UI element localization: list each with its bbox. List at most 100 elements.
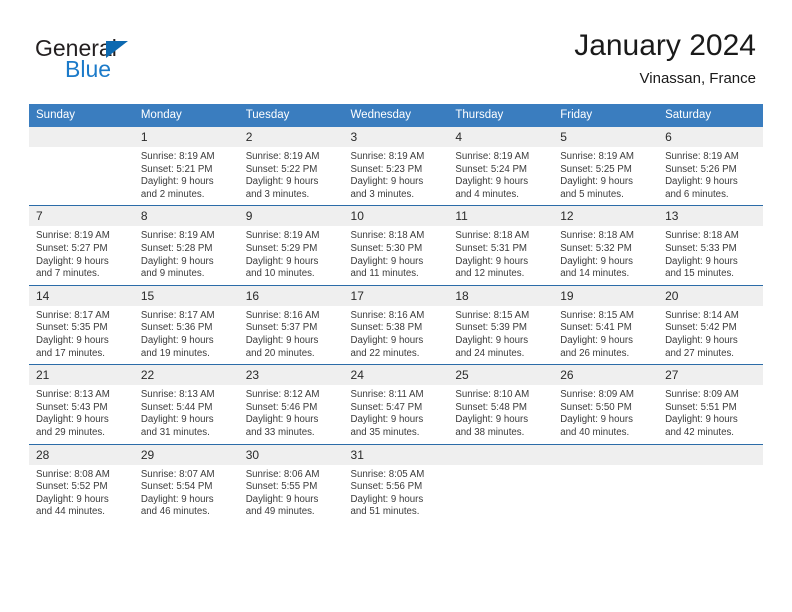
day-number: 29 [133, 444, 239, 465]
day-sunset-text: Sunset: 5:51 PM [665, 401, 737, 413]
calendar-day-cell[interactable]: 31 Sunrise: 8:05 AM Sunset: 5:56 PM Dayligh… [343, 443, 449, 523]
day-sunset-text: Sunset: 5:39 PM [455, 322, 527, 334]
page-subtitle-location: Vinassan, France [639, 70, 756, 87]
day-daylight-text: and 5 minutes. [560, 188, 624, 200]
day-sun-info: Sunrise: 8:19 AM Sunset: 5:22 PM Daylight:… [239, 147, 344, 205]
day-sun-info: Sunrise: 8:12 AM Sunset: 5:46 PM Daylight:… [239, 385, 344, 443]
calendar-day-cell[interactable]: 9 Sunrise: 8:19 AM Sunset: 5:29 PM Daylight… [238, 205, 344, 286]
calendar-day-cell[interactable]: 5 Sunrise: 8:19 AM Sunset: 5:25 PM Daylight… [553, 127, 659, 206]
day-daylight-text: and 49 minutes. [245, 506, 315, 518]
day-daylight-text: Daylight: 9 hours [560, 334, 633, 346]
calendar-day-cell[interactable]: 20 Sunrise: 8:14 AM Sunset: 5:42 PM Dayligh… [658, 284, 763, 365]
day-number: 18 [448, 285, 554, 306]
calendar-day-cell[interactable]: 26 Sunrise: 8:09 AM Sunset: 5:50 PM Dayligh… [553, 364, 659, 444]
day-daylight-text: Daylight: 9 hours [665, 414, 738, 426]
day-sunrise-text: Sunrise: 8:09 AM [665, 389, 739, 401]
day-sun-info: Sunrise: 8:16 AM Sunset: 5:38 PM Daylight:… [344, 306, 449, 364]
calendar-week-row: 28 Sunrise: 8:08 AM Sunset: 5:52 PM Dayligh… [29, 443, 763, 523]
day-daylight-text: Daylight: 9 hours [245, 176, 319, 188]
calendar-day-cell[interactable]: 12 Sunrise: 8:18 AM Sunset: 5:32 PM Dayligh… [553, 205, 659, 286]
day-number: 21 [29, 365, 134, 386]
day-sunset-text: Sunset: 5:52 PM [36, 481, 108, 493]
day-sunrise-text: Sunrise: 8:19 AM [245, 151, 320, 162]
calendar-day-cell[interactable]: 2 Sunrise: 8:19 AM Sunset: 5:22 PM Daylight… [238, 127, 344, 206]
calendar-day-cell[interactable]: 28 Sunrise: 8:08 AM Sunset: 5:52 PM Dayligh… [29, 443, 134, 523]
day-sun-info: Sunrise: 8:19 AM Sunset: 5:24 PM Daylight:… [448, 147, 553, 205]
day-number: 4 [448, 127, 554, 147]
calendar-day-cell[interactable]: 22 Sunrise: 8:13 AM Sunset: 5:44 PM Dayligh… [133, 364, 239, 444]
day-daylight-text: Daylight: 9 hours [665, 255, 738, 267]
calendar-day-cell[interactable]: 10 Sunrise: 8:18 AM Sunset: 5:30 PM Dayligh… [343, 205, 449, 286]
day-sun-info: Sunrise: 8:19 AM Sunset: 5:29 PM Daylight:… [239, 226, 344, 284]
day-sun-info: Sunrise: 8:14 AM Sunset: 5:42 PM Daylight:… [658, 306, 763, 364]
calendar-day-cell[interactable]: 7 Sunrise: 8:19 AM Sunset: 5:27 PM Daylight… [29, 205, 134, 286]
calendar-day-cell[interactable]: 16 Sunrise: 8:16 AM Sunset: 5:37 PM Dayligh… [238, 284, 344, 365]
day-number: 30 [238, 444, 344, 465]
day-number: 6 [658, 127, 763, 147]
day-daylight-text: and 38 minutes. [455, 426, 525, 438]
calendar-header-row: Sunday Monday Tuesday Wednesday Thursday… [29, 104, 763, 127]
day-number: 28 [29, 444, 134, 465]
day-sunrise-text: Sunrise: 8:08 AM [36, 468, 110, 480]
calendar-day-cell[interactable]: 30 Sunrise: 8:06 AM Sunset: 5:55 PM Dayligh… [238, 443, 344, 523]
day-daylight-text: and 14 minutes. [560, 268, 630, 280]
calendar-day-cell[interactable]: 6 Sunrise: 8:19 AM Sunset: 5:26 PM Daylight… [658, 127, 763, 206]
day-sunset-text: Sunset: 5:56 PM [350, 481, 423, 493]
day-daylight-text: Daylight: 9 hours [665, 176, 738, 188]
day-number: 27 [658, 365, 763, 386]
day-daylight-text: Daylight: 9 hours [560, 176, 633, 188]
calendar-day-cell[interactable]: 17 Sunrise: 8:16 AM Sunset: 5:38 PM Dayligh… [343, 284, 449, 365]
day-sun-info: Sunrise: 8:19 AM Sunset: 5:23 PM Daylight:… [344, 147, 449, 205]
day-daylight-text: and 31 minutes. [140, 426, 210, 438]
day-sun-info: Sunrise: 8:16 AM Sunset: 5:37 PM Daylight:… [239, 306, 344, 364]
day-sunset-text: Sunset: 5:22 PM [245, 163, 318, 175]
calendar-day-cell[interactable]: 19 Sunrise: 8:15 AM Sunset: 5:41 PM Dayligh… [553, 284, 659, 365]
day-daylight-text: and 22 minutes. [350, 347, 420, 359]
day-sunrise-text: Sunrise: 8:19 AM [36, 230, 110, 242]
day-number: 22 [133, 365, 239, 386]
day-daylight-text: Daylight: 9 hours [140, 255, 214, 267]
day-daylight-text: and 27 minutes. [665, 347, 734, 359]
day-daylight-text: Daylight: 9 hours [36, 414, 109, 426]
calendar-day-cell[interactable]: 3 Sunrise: 8:19 AM Sunset: 5:23 PM Daylight… [343, 127, 449, 206]
general-blue-logo[interactable]: General Blue [35, 36, 265, 88]
calendar-day-cell[interactable]: 24 Sunrise: 8:11 AM Sunset: 5:47 PM Dayligh… [343, 364, 449, 444]
day-number: 7 [29, 206, 134, 227]
page-title: January 2024 [574, 29, 756, 62]
calendar-day-cell[interactable]: 29 Sunrise: 8:07 AM Sunset: 5:54 PM Dayligh… [133, 443, 239, 523]
calendar-day-cell[interactable]: 25 Sunrise: 8:10 AM Sunset: 5:48 PM Dayligh… [448, 364, 554, 444]
calendar-day-cell[interactable]: 13 Sunrise: 8:18 AM Sunset: 5:33 PM Dayligh… [658, 205, 763, 286]
calendar-day-cell[interactable]: 14 Sunrise: 8:17 AM Sunset: 5:35 PM Dayligh… [29, 284, 134, 365]
day-daylight-text: Daylight: 9 hours [455, 414, 529, 426]
day-daylight-text: Daylight: 9 hours [245, 334, 319, 346]
day-sunset-text: Sunset: 5:55 PM [245, 481, 318, 493]
day-sunset-text: Sunset: 5:29 PM [245, 242, 318, 254]
calendar-day-cell[interactable]: 4 Sunrise: 8:19 AM Sunset: 5:24 PM Daylight… [448, 127, 554, 206]
day-sun-info: Sunrise: 8:15 AM Sunset: 5:39 PM Daylight:… [448, 306, 553, 364]
day-sun-info: Sunrise: 8:09 AM Sunset: 5:50 PM Daylight:… [553, 385, 658, 443]
calendar-day-cell[interactable]: 15 Sunrise: 8:17 AM Sunset: 5:36 PM Dayligh… [133, 284, 239, 365]
day-sunset-text: Sunset: 5:23 PM [350, 163, 423, 175]
calendar-day-cell[interactable]: 8 Sunrise: 8:19 AM Sunset: 5:28 PM Daylight… [133, 205, 239, 286]
calendar-day-cell[interactable]: 27 Sunrise: 8:09 AM Sunset: 5:51 PM Dayligh… [658, 364, 763, 444]
day-sunrise-text: Sunrise: 8:19 AM [245, 230, 320, 242]
day-sunrise-text: Sunrise: 8:14 AM [665, 309, 739, 321]
calendar-day-cell[interactable]: 21 Sunrise: 8:13 AM Sunset: 5:43 PM Dayligh… [29, 364, 134, 444]
day-daylight-text: and 9 minutes. [140, 268, 205, 280]
day-number: 25 [448, 365, 554, 386]
calendar-day-cell[interactable]: 1 Sunrise: 8:19 AM Sunset: 5:21 PM Daylight… [133, 127, 239, 206]
day-daylight-text: Daylight: 9 hours [245, 493, 319, 505]
day-sunrise-text: Sunrise: 8:16 AM [245, 309, 320, 321]
day-sunrise-text: Sunrise: 8:07 AM [140, 468, 215, 480]
calendar-day-cell[interactable]: 11 Sunrise: 8:18 AM Sunset: 5:31 PM Dayligh… [448, 205, 554, 286]
day-sunrise-text: Sunrise: 8:17 AM [140, 309, 215, 321]
day-number: 1 [133, 127, 239, 147]
day-number [553, 444, 659, 465]
day-sunset-text: Sunset: 5:47 PM [350, 401, 423, 413]
calendar-day-cell[interactable]: 23 Sunrise: 8:12 AM Sunset: 5:46 PM Dayligh… [238, 364, 344, 444]
calendar-day-cell[interactable]: 18 Sunrise: 8:15 AM Sunset: 5:39 PM Dayligh… [448, 284, 554, 365]
day-sun-info: Sunrise: 8:15 AM Sunset: 5:41 PM Daylight:… [553, 306, 658, 364]
day-sunset-text: Sunset: 5:32 PM [560, 242, 632, 254]
day-daylight-text: and 7 minutes. [36, 268, 100, 280]
weekday-header-saturday: Saturday [658, 104, 763, 127]
